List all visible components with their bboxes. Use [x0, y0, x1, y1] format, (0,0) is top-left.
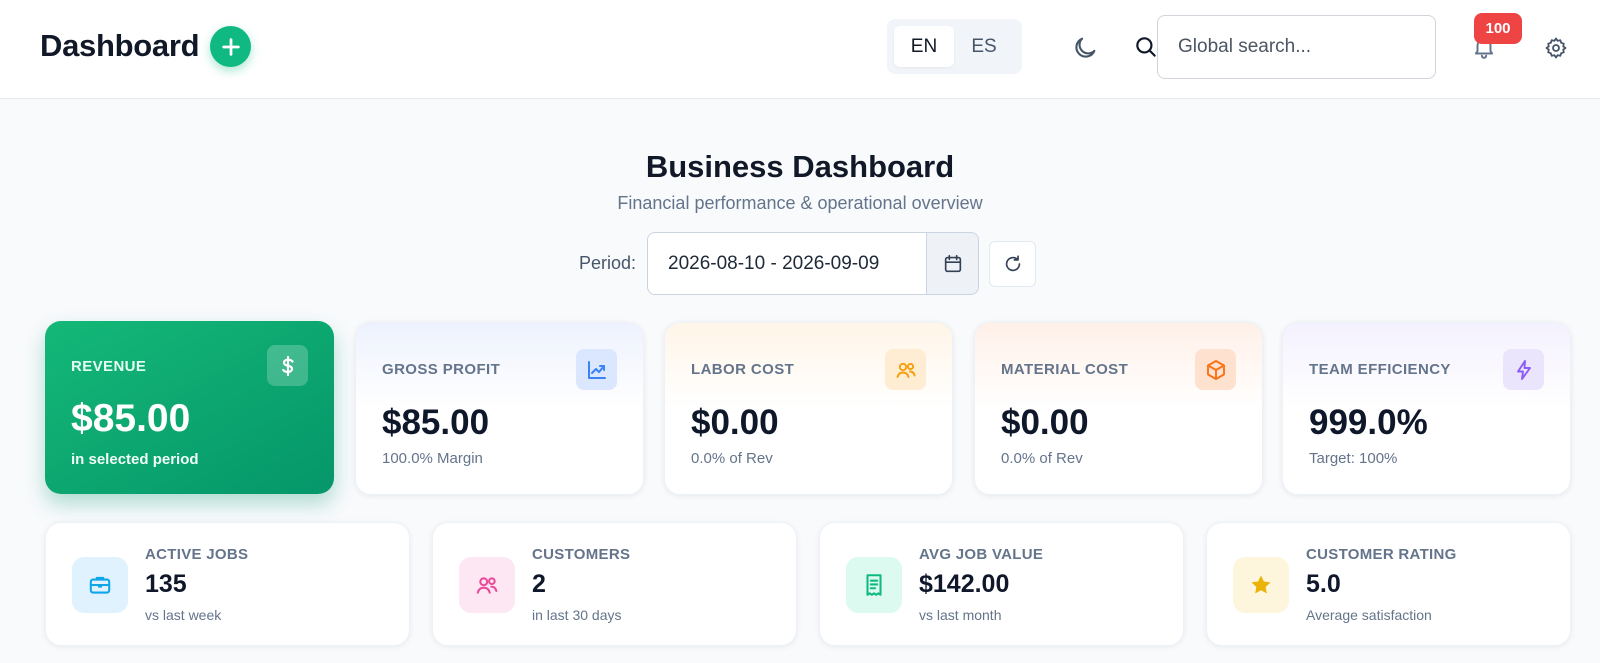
refresh-button[interactable] [989, 241, 1036, 287]
settings-button[interactable] [1542, 34, 1570, 62]
kpi-value: $0.00 [1001, 403, 1089, 442]
stat-card-customer-rating: CUSTOMER RATING 5.0 Average satisfaction [1206, 522, 1571, 646]
kpi-card-revenue: REVENUE $85.00 in selected period [45, 321, 334, 494]
top-header: Dashboard EN ES 100 [0, 0, 1600, 99]
kpi-subtext: 0.0% of Rev [1001, 450, 1083, 467]
kpi-value: $85.00 [71, 397, 191, 440]
star-icon [1233, 557, 1289, 613]
notification-badge: 100 [1474, 13, 1522, 44]
stat-value: 135 [145, 570, 187, 598]
stat-label: ACTIVE JOBS [145, 546, 249, 563]
calendar-icon [944, 254, 961, 272]
refresh-icon [1005, 255, 1020, 272]
kpi-value: $0.00 [691, 403, 779, 442]
stat-value: 2 [532, 570, 546, 598]
kpi-card-gross-profit: GROSS PROFIT $85.00 100.0% Margin [355, 322, 644, 495]
gear-icon [1545, 37, 1567, 59]
page-title: Business Dashboard [645, 149, 955, 184]
stat-subtext: in last 30 days [532, 607, 622, 623]
kpi-card-material-cost: MATERIAL COST $0.00 0.0% of Rev [974, 322, 1263, 495]
bolt-icon [1503, 349, 1544, 390]
users-icon [459, 557, 515, 613]
kpi-label: MATERIAL COST [1001, 361, 1129, 378]
kpi-card-labor-cost: LABOR COST $0.00 0.0% of Rev [664, 322, 953, 495]
kpi-card-team-efficiency: TEAM EFFICIENCY 999.0% Target: 100% [1282, 322, 1571, 495]
moon-icon [1075, 37, 1096, 58]
stat-value: 5.0 [1306, 570, 1341, 598]
kpi-value: $85.00 [382, 403, 490, 442]
stat-value: $142.00 [919, 570, 1010, 598]
stat-card-avg-job-value: AVG JOB VALUE $142.00 vs last month [819, 522, 1184, 646]
briefcase-icon [72, 557, 128, 613]
app-title: Dashboard [40, 28, 200, 63]
stat-card-active-jobs: ACTIVE JOBS 135 vs last week [45, 522, 410, 646]
stat-label: CUSTOMERS [532, 546, 631, 563]
kpi-subtext: 0.0% of Rev [691, 450, 773, 467]
chart-line-icon [576, 349, 617, 390]
kpi-label: LABOR COST [691, 361, 795, 378]
stat-subtext: vs last week [145, 607, 222, 623]
receipt-icon [846, 557, 902, 613]
language-en-button[interactable]: EN [894, 26, 954, 67]
add-button[interactable] [210, 26, 251, 67]
stat-subtext: Average satisfaction [1306, 607, 1432, 623]
dark-mode-toggle[interactable] [1067, 30, 1103, 66]
kpi-subtext: in selected period [71, 451, 199, 468]
kpi-value: 999.0% [1309, 403, 1428, 442]
period-label: Period: [579, 253, 637, 273]
stat-subtext: vs last month [919, 607, 1002, 623]
users-icon [885, 349, 926, 390]
global-search-input[interactable] [1157, 15, 1436, 79]
language-switcher: EN ES [887, 19, 1022, 74]
language-es-button[interactable]: ES [954, 26, 1014, 67]
kpi-label: REVENUE [71, 358, 147, 375]
calendar-button[interactable] [926, 232, 979, 295]
kpi-label: GROSS PROFIT [382, 361, 501, 378]
kpi-label: TEAM EFFICIENCY [1309, 361, 1451, 378]
plus-icon [221, 37, 240, 56]
dollar-icon [267, 345, 308, 386]
box-icon [1195, 349, 1236, 390]
stat-label: CUSTOMER RATING [1306, 546, 1457, 563]
stat-card-customers: CUSTOMERS 2 in last 30 days [432, 522, 797, 646]
stat-label: AVG JOB VALUE [919, 546, 1044, 563]
page-subtitle: Financial performance & operational over… [617, 193, 983, 213]
kpi-subtext: Target: 100% [1309, 450, 1398, 467]
kpi-subtext: 100.0% Margin [382, 450, 483, 467]
period-date-range-input[interactable] [647, 232, 927, 295]
